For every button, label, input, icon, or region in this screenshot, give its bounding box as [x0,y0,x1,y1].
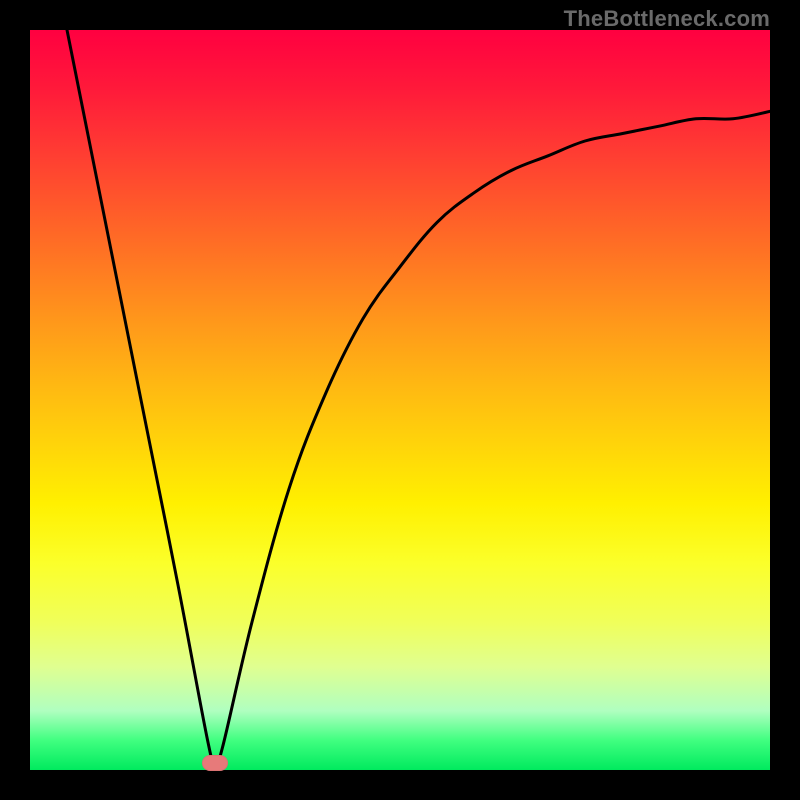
optimum-marker [202,755,228,771]
bottleneck-curve [30,30,770,770]
plot-area [30,30,770,770]
watermark-text: TheBottleneck.com [564,6,770,32]
chart-frame: TheBottleneck.com [0,0,800,800]
